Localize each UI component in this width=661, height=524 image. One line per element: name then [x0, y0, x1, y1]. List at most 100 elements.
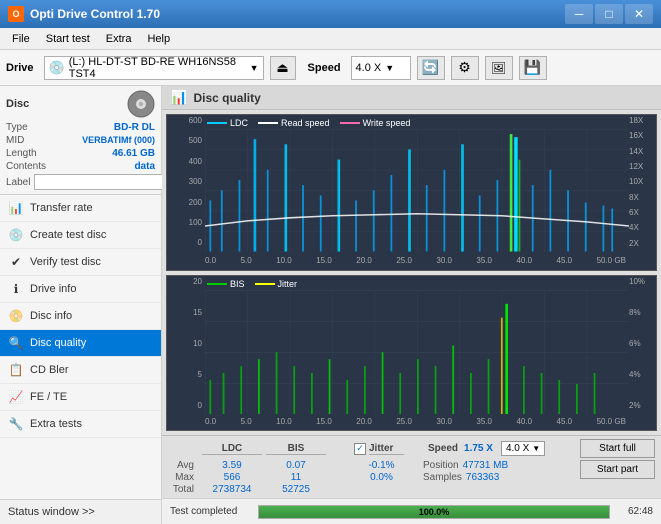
bis-total: 52725 [266, 484, 326, 495]
samples-value: 763363 [466, 472, 499, 483]
create-test-disc-icon: 💿 [8, 227, 24, 243]
dq-icon: 📊 [170, 89, 187, 106]
jitter-checkbox[interactable]: ✓ [354, 443, 366, 455]
chart-container: LDC Read speed Write speed 600 500 40 [162, 110, 661, 435]
menu-help[interactable]: Help [139, 31, 178, 47]
stats-header-row: LDC BIS ✓ Jitter Speed 1.75 X 4.0 X ▼ [168, 439, 655, 458]
chart2-x-axis: 0.0 5.0 10.0 15.0 20.0 25.0 30.0 35.0 40… [205, 412, 626, 430]
start-part-button[interactable]: Start part [580, 460, 655, 479]
nav-disc-info[interactable]: 📀 Disc info [0, 303, 161, 330]
nav-cd-bler-label: CD Bler [30, 364, 69, 376]
legend-write-speed-dot [340, 122, 360, 124]
legend-bis: BIS [207, 279, 245, 289]
nav-drive-info-label: Drive info [30, 283, 76, 295]
right-content: 📊 Disc quality LDC Read speed [162, 86, 661, 524]
position-samples: Position 47731 MB Samples 763363 [423, 460, 508, 483]
bis-avg: 0.07 [266, 460, 326, 471]
total-label: Total [168, 484, 198, 495]
jitter-check-label: Jitter [369, 443, 404, 455]
chart2-legend: BIS Jitter [207, 279, 297, 289]
bis-values: 0.07 11 52725 [266, 460, 326, 495]
eject-button[interactable]: ⏏ [270, 56, 296, 80]
jitter-max: 0.0% [354, 472, 409, 483]
ldc-total: 2738734 [202, 484, 262, 495]
disc-icon [127, 90, 155, 118]
nav-verify-test-disc[interactable]: ✔ Verify test disc [0, 249, 161, 276]
verify-test-disc-icon: ✔ [8, 254, 24, 270]
nav-transfer-rate-label: Transfer rate [30, 202, 93, 214]
speed-select[interactable]: 4.0 X ▼ [351, 56, 411, 80]
disc-quality-header: 📊 Disc quality [162, 86, 661, 110]
drive-select-arrow: ▼ [250, 63, 259, 73]
image-button[interactable]: 🖼 [485, 56, 513, 80]
disc-field-contents: Contents data [6, 161, 155, 172]
status-window-button[interactable]: Status window >> [0, 499, 161, 524]
nav-create-test-disc[interactable]: 💿 Create test disc [0, 222, 161, 249]
disc-quality-icon: 🔍 [8, 335, 24, 351]
nav-cd-bler[interactable]: 📋 CD Bler [0, 357, 161, 384]
disc-quality-title: Disc quality [193, 91, 260, 105]
minimize-button[interactable]: ─ [565, 4, 593, 24]
legend-write-speed-label: Write speed [363, 118, 411, 128]
nav-transfer-rate[interactable]: 📊 Transfer rate [0, 195, 161, 222]
speed-arrow: ▼ [385, 63, 394, 73]
avg-label: Avg [168, 460, 198, 471]
maximize-button[interactable]: □ [595, 4, 623, 24]
settings-button[interactable]: ⚙ [451, 56, 479, 80]
stats-row-labels: Avg Max Total [168, 460, 198, 495]
speed-stat-label: Speed [428, 443, 458, 454]
nav-extra-tests[interactable]: 🔧 Extra tests [0, 411, 161, 438]
type-label: Type [6, 122, 61, 133]
speed-dropdown-area: 4.0 X ▼ [501, 441, 545, 456]
max-label: Max [168, 472, 198, 483]
refresh-button[interactable]: 🔄 [417, 56, 445, 80]
legend-read-speed: Read speed [258, 118, 330, 128]
disc-label-row: Label ✎ [6, 174, 155, 190]
speed-dropdown[interactable]: 4.0 X ▼ [501, 441, 545, 456]
progress-percent-label: 100.0% [259, 506, 609, 518]
close-button[interactable]: ✕ [625, 4, 653, 24]
legend-jitter-label: Jitter [278, 279, 298, 289]
menu-extra[interactable]: Extra [98, 31, 140, 47]
samples-label: Samples [423, 472, 462, 483]
chart-panel-2: BIS Jitter 20 15 10 5 0 10 [166, 275, 657, 432]
window-controls: ─ □ ✕ [565, 4, 653, 24]
ldc-header: LDC [202, 443, 262, 455]
mid-value: VERBATIMf (000) [61, 135, 155, 146]
menu-start-test[interactable]: Start test [38, 31, 98, 47]
start-full-button[interactable]: Start full [580, 439, 655, 458]
nav-disc-info-label: Disc info [30, 310, 72, 322]
progress-status-text: Test completed [170, 506, 250, 517]
legend-ldc: LDC [207, 118, 248, 128]
samples-row: Samples 763363 [423, 472, 508, 483]
legend-write-speed: Write speed [340, 118, 411, 128]
label-input[interactable] [34, 174, 172, 190]
mid-label: MID [6, 135, 61, 146]
left-panel: Disc Type BD-R DL MID VERBATIMf (000) Le… [0, 86, 162, 524]
speed-stat-value: 1.75 X [464, 443, 493, 454]
chart2-y-axis-right: 10% 8% 6% 4% 2% [629, 276, 654, 413]
nav-drive-info[interactable]: ℹ Drive info [0, 276, 161, 303]
progress-bar: 100.0% [258, 505, 610, 519]
chart2-svg [205, 290, 629, 415]
start-buttons-area: Start full [580, 439, 655, 458]
save-button[interactable]: 💾 [519, 56, 547, 80]
nav-disc-quality[interactable]: 🔍 Disc quality [0, 330, 161, 357]
disc-info-icon: 📀 [8, 308, 24, 324]
legend-bis-label: BIS [230, 279, 245, 289]
nav-extra-tests-label: Extra tests [30, 418, 82, 430]
legend-read-speed-dot [258, 122, 278, 124]
nav-fe-te-label: FE / TE [30, 391, 67, 403]
drive-select[interactable]: 💿 (L:) HL-DT-ST BD-RE WH16NS58 TST4 ▼ [44, 56, 264, 80]
nav-fe-te[interactable]: 📈 FE / TE [0, 384, 161, 411]
disc-section-title: Disc [6, 98, 29, 110]
stats-values-area: Avg Max Total 3.59 566 2738734 0.07 11 5… [168, 460, 655, 495]
drive-info-icon: ℹ [8, 281, 24, 297]
position-label: Position [423, 460, 459, 471]
menu-file[interactable]: File [4, 31, 38, 47]
disc-field-type: Type BD-R DL [6, 122, 155, 133]
legend-ldc-label: LDC [230, 118, 248, 128]
fe-te-icon: 📈 [8, 389, 24, 405]
jitter-values: -0.1% 0.0% [354, 460, 409, 483]
drive-label: Drive [6, 62, 34, 74]
